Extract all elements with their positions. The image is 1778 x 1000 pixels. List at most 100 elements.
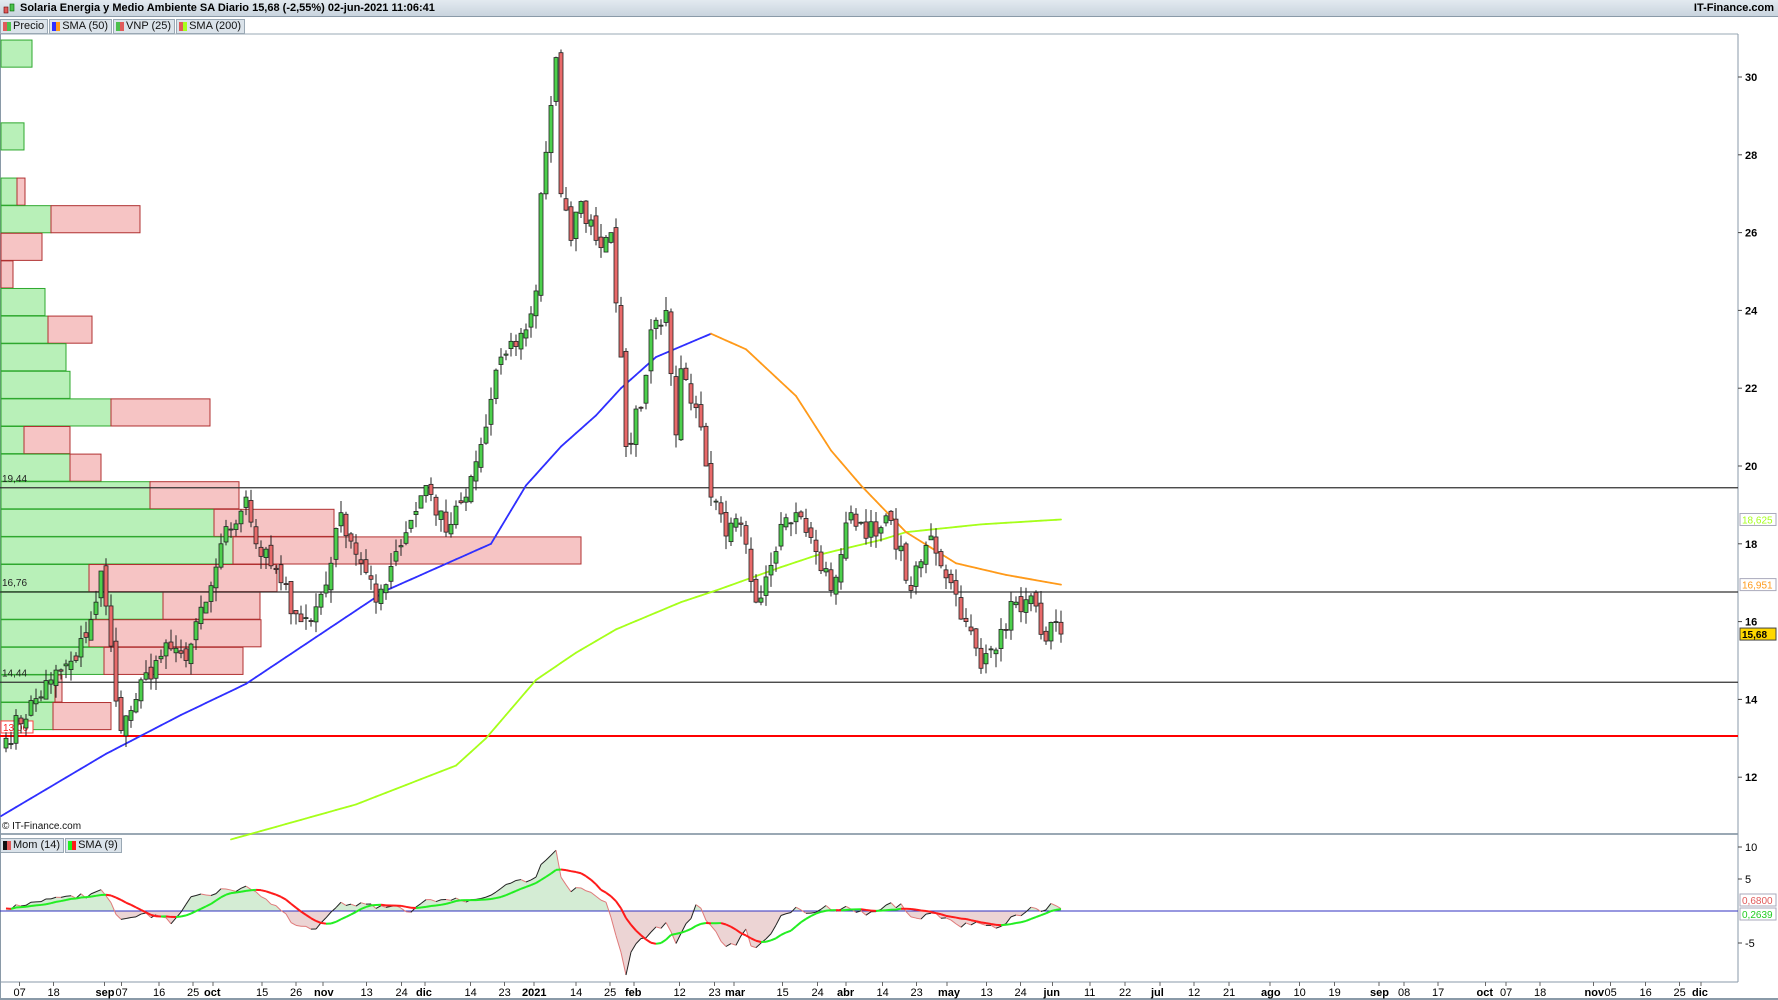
candle-body (103, 565, 109, 607)
candle (938, 548, 944, 569)
volume-profile-up-bar (0, 508, 215, 537)
candle (663, 296, 669, 327)
sma50-line-segment (875, 500, 882, 508)
signal-line-segment (865, 908, 872, 912)
sma50-line-segment (345, 612, 352, 619)
y-tick-label: 22 (1745, 383, 1757, 395)
sma50-line-segment (850, 472, 857, 481)
candle-body (788, 522, 794, 525)
x-tick-label: 07 (14, 987, 26, 999)
candle-body (93, 601, 99, 615)
signal-line-segment (915, 908, 922, 912)
sma200-line-segment (510, 702, 517, 711)
candle-body (273, 567, 279, 570)
signal-line-segment (770, 937, 777, 942)
candle-body (753, 578, 759, 603)
candle (543, 141, 549, 200)
signal-line-segment (965, 918, 972, 922)
x-tick-label: dic (1692, 987, 1708, 999)
candle-body (953, 580, 959, 595)
candle-body (68, 660, 74, 670)
y-tick-label: 16 (1745, 617, 1757, 629)
signal-line-segment (440, 902, 447, 906)
candle (873, 512, 879, 548)
x-tick-label: may (938, 987, 961, 999)
candle (1013, 596, 1019, 609)
candle (1038, 591, 1044, 640)
sma50-line-segment (590, 414, 597, 421)
candle (583, 200, 589, 233)
candle (368, 565, 374, 590)
signal-line-segment (570, 870, 577, 874)
candle-body (348, 533, 354, 542)
candle-body (23, 718, 29, 729)
signal-line-segment (110, 894, 117, 899)
candle-body (828, 569, 834, 591)
candle (948, 569, 954, 590)
candle-body (378, 588, 384, 604)
x-tick-label: 19 (1329, 987, 1341, 999)
candle-body (1033, 592, 1039, 607)
candle (438, 510, 444, 532)
sma50-line-segment (825, 441, 832, 452)
candle-body (538, 193, 544, 296)
candle-body (48, 679, 54, 685)
sma50-line-segment (355, 606, 362, 612)
sma50-line-segment (295, 646, 302, 652)
sma50-line-segment (515, 492, 522, 504)
sma200-line-segment (490, 725, 497, 734)
sma50-line-segment (500, 517, 507, 529)
x-tick-label: 18 (48, 987, 60, 999)
sma50-line-segment (1055, 582, 1062, 586)
x-tick-label: 26 (290, 987, 302, 999)
candle-body (858, 521, 864, 524)
candle (713, 498, 719, 511)
volume-profile-down-bar (88, 564, 278, 593)
volume-profile-up-bar (0, 177, 18, 206)
signal-line-segment (1025, 917, 1032, 922)
mom-last-value-label: 0,6800 (1742, 896, 1773, 907)
candle-body (603, 236, 609, 253)
momentum-line-segment (405, 911, 412, 913)
candle-body (548, 105, 554, 154)
volume-profile-down-bar (0, 260, 14, 289)
candle (203, 601, 209, 614)
candle-body (323, 584, 329, 594)
candle-body (533, 290, 539, 317)
candle (693, 395, 699, 419)
sma50-line-segment (285, 652, 292, 659)
candle (298, 605, 304, 623)
candle-body (78, 638, 84, 658)
candle-body (873, 521, 879, 537)
candle-body (363, 559, 369, 573)
candle (933, 528, 939, 566)
sma50-line-segment (870, 494, 877, 502)
sma50-line-segment (505, 509, 512, 520)
candle-body (908, 585, 914, 591)
signal-line-segment (675, 931, 682, 935)
sma50-line-segment (800, 402, 807, 413)
candle (378, 584, 384, 611)
sma50-line-segment (360, 602, 367, 609)
sma50-line-segment (635, 369, 642, 376)
sma200-line-segment (475, 741, 482, 749)
signal-line-segment (10, 906, 17, 910)
candle (843, 511, 849, 561)
candle (373, 574, 379, 614)
signal-line-segment (350, 911, 357, 916)
signal-line-segment (260, 889, 267, 893)
volume-profile-down-bar (52, 702, 112, 731)
candle (443, 499, 449, 537)
candle-body (493, 369, 499, 399)
candle-body (453, 505, 459, 526)
candle-body (468, 476, 474, 503)
signal-line-segment (945, 914, 952, 918)
candle (428, 477, 434, 502)
y-tick-label: 26 (1745, 228, 1757, 240)
candle (1028, 593, 1034, 612)
x-tick-label: 16 (153, 987, 165, 999)
x-tick-label: 15 (777, 987, 789, 999)
x-tick-label: 18 (1534, 987, 1546, 999)
signal-line-segment (970, 919, 977, 923)
x-tick-label: 13 (981, 987, 993, 999)
